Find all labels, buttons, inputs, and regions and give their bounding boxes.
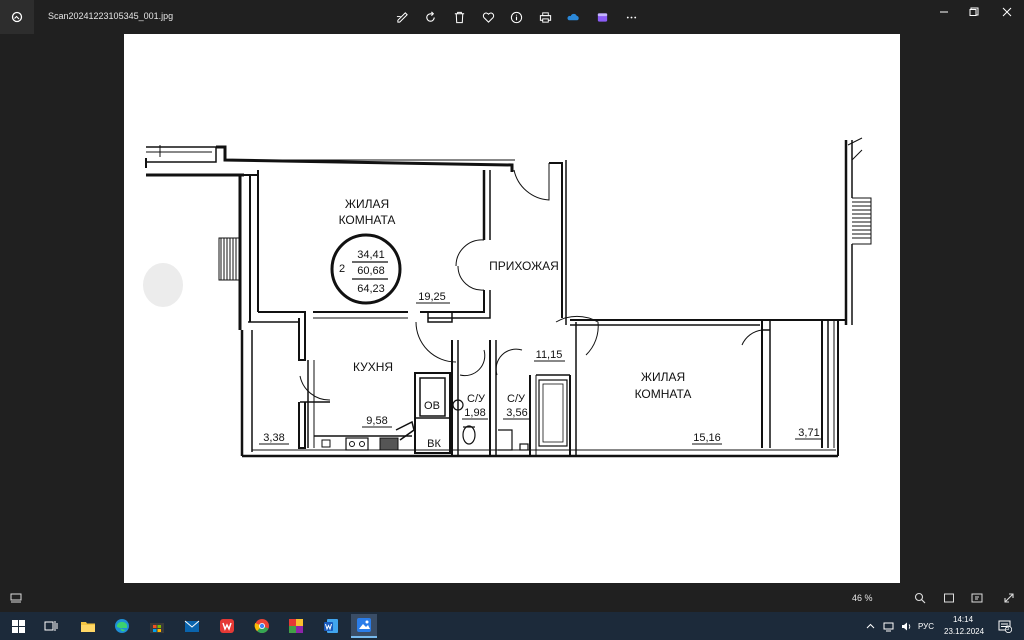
balcony-left-area: 3,38 — [263, 432, 284, 444]
mail-icon[interactable] — [179, 614, 205, 638]
onedrive-icon[interactable] — [560, 6, 589, 28]
area-full: 64,23 — [357, 283, 385, 295]
favorite-icon[interactable] — [474, 6, 503, 28]
keyboard-language[interactable]: РУС — [918, 622, 934, 631]
hall-area: 11,15 — [536, 349, 563, 361]
balcony-hatch-left — [218, 237, 242, 281]
room1-title-line1: ЖИЛАЯ — [345, 197, 389, 211]
clock-date[interactable]: 23.12.2024 — [944, 627, 984, 636]
kitchen-title: КУХНЯ — [353, 360, 393, 374]
print-icon[interactable] — [531, 6, 560, 28]
floor-plan: ЖИЛАЯ КОМНАТА 2 34,41 60,68 64,23 19,25 … — [143, 137, 872, 458]
area-total: 60,68 — [357, 265, 385, 277]
file-explorer-icon[interactable] — [75, 614, 101, 638]
wps-office-icon[interactable] — [214, 614, 240, 638]
chrome-icon[interactable] — [249, 614, 275, 638]
store-icon[interactable] — [144, 614, 170, 638]
room2-title-line1: ЖИЛАЯ — [641, 370, 685, 384]
photos-taskbar-icon[interactable] — [351, 614, 377, 638]
zoom-icon[interactable] — [912, 590, 928, 606]
clipchamp-icon[interactable] — [588, 6, 617, 28]
close-icon[interactable] — [990, 0, 1024, 24]
more-icon[interactable] — [617, 6, 646, 28]
kitchen-area: 9,58 — [366, 415, 387, 427]
chevron-up-icon[interactable] — [862, 614, 878, 638]
badge-number: 2 — [339, 263, 345, 275]
actual-size-icon[interactable] — [969, 590, 985, 606]
task-view-icon[interactable] — [38, 614, 64, 638]
scanned-page: ЖИЛАЯ КОМНАТА 2 34,41 60,68 64,23 19,25 … — [124, 34, 900, 583]
fit-to-window-icon[interactable] — [941, 590, 957, 606]
edit-icon[interactable] — [388, 6, 417, 28]
word-icon[interactable] — [318, 614, 344, 638]
delete-icon[interactable] — [445, 6, 474, 28]
maximize-icon[interactable] — [957, 0, 991, 24]
area-living: 34,41 — [357, 249, 385, 261]
notifications-count: 5 — [1006, 626, 1010, 632]
fullscreen-icon[interactable] — [1001, 590, 1017, 606]
clock-time[interactable]: 14:14 — [953, 615, 973, 624]
room2-area: 15,16 — [693, 432, 721, 444]
edge-icon[interactable] — [109, 614, 135, 638]
room1-area: 19,25 — [418, 291, 446, 303]
start-icon[interactable] — [5, 614, 31, 638]
taskbar: РУС 14:14 23.12.2024 5 — [0, 612, 1024, 640]
info-icon[interactable] — [502, 6, 531, 28]
photo-app-icon[interactable] — [283, 614, 309, 638]
volume-icon[interactable] — [898, 614, 914, 638]
room2-title-line2: КОМНАТА — [635, 387, 692, 401]
bath1-title: С/У — [467, 393, 486, 405]
toolbar — [388, 6, 645, 28]
title-bar: Scan20241223105345_001.jpg — [0, 0, 1024, 34]
oven-label: ОВ — [424, 400, 440, 412]
minimize-icon[interactable] — [927, 0, 961, 24]
network-icon[interactable] — [880, 614, 896, 638]
bath2-title: С/У — [507, 393, 526, 405]
zoom-level: 46 % — [852, 593, 873, 603]
exterior-wall-top-left — [145, 145, 515, 177]
photos-app-icon — [0, 0, 34, 34]
scan-smudge — [143, 263, 183, 307]
image-viewer: ЖИЛАЯ КОМНАТА 2 34,41 60,68 64,23 19,25 … — [0, 34, 1024, 584]
walls-upper-right — [549, 137, 863, 326]
balcony-right-area: 3,71 — [798, 427, 819, 439]
ventilation-label: ВК — [427, 438, 441, 450]
filmstrip-icon[interactable] — [8, 590, 24, 606]
status-bar: 46 % — [0, 584, 1024, 612]
notifications-icon[interactable]: 5 — [992, 614, 1018, 638]
window-hatch-right — [852, 197, 872, 245]
rotate-icon[interactable] — [417, 6, 446, 28]
file-name: Scan20241223105345_001.jpg — [48, 11, 174, 21]
hall-title: ПРИХОЖАЯ — [489, 259, 559, 273]
bath2-area: 3,56 — [506, 407, 527, 419]
bath1-area: 1,98 — [464, 407, 485, 419]
room1-title-line2: КОМНАТА — [339, 213, 396, 227]
